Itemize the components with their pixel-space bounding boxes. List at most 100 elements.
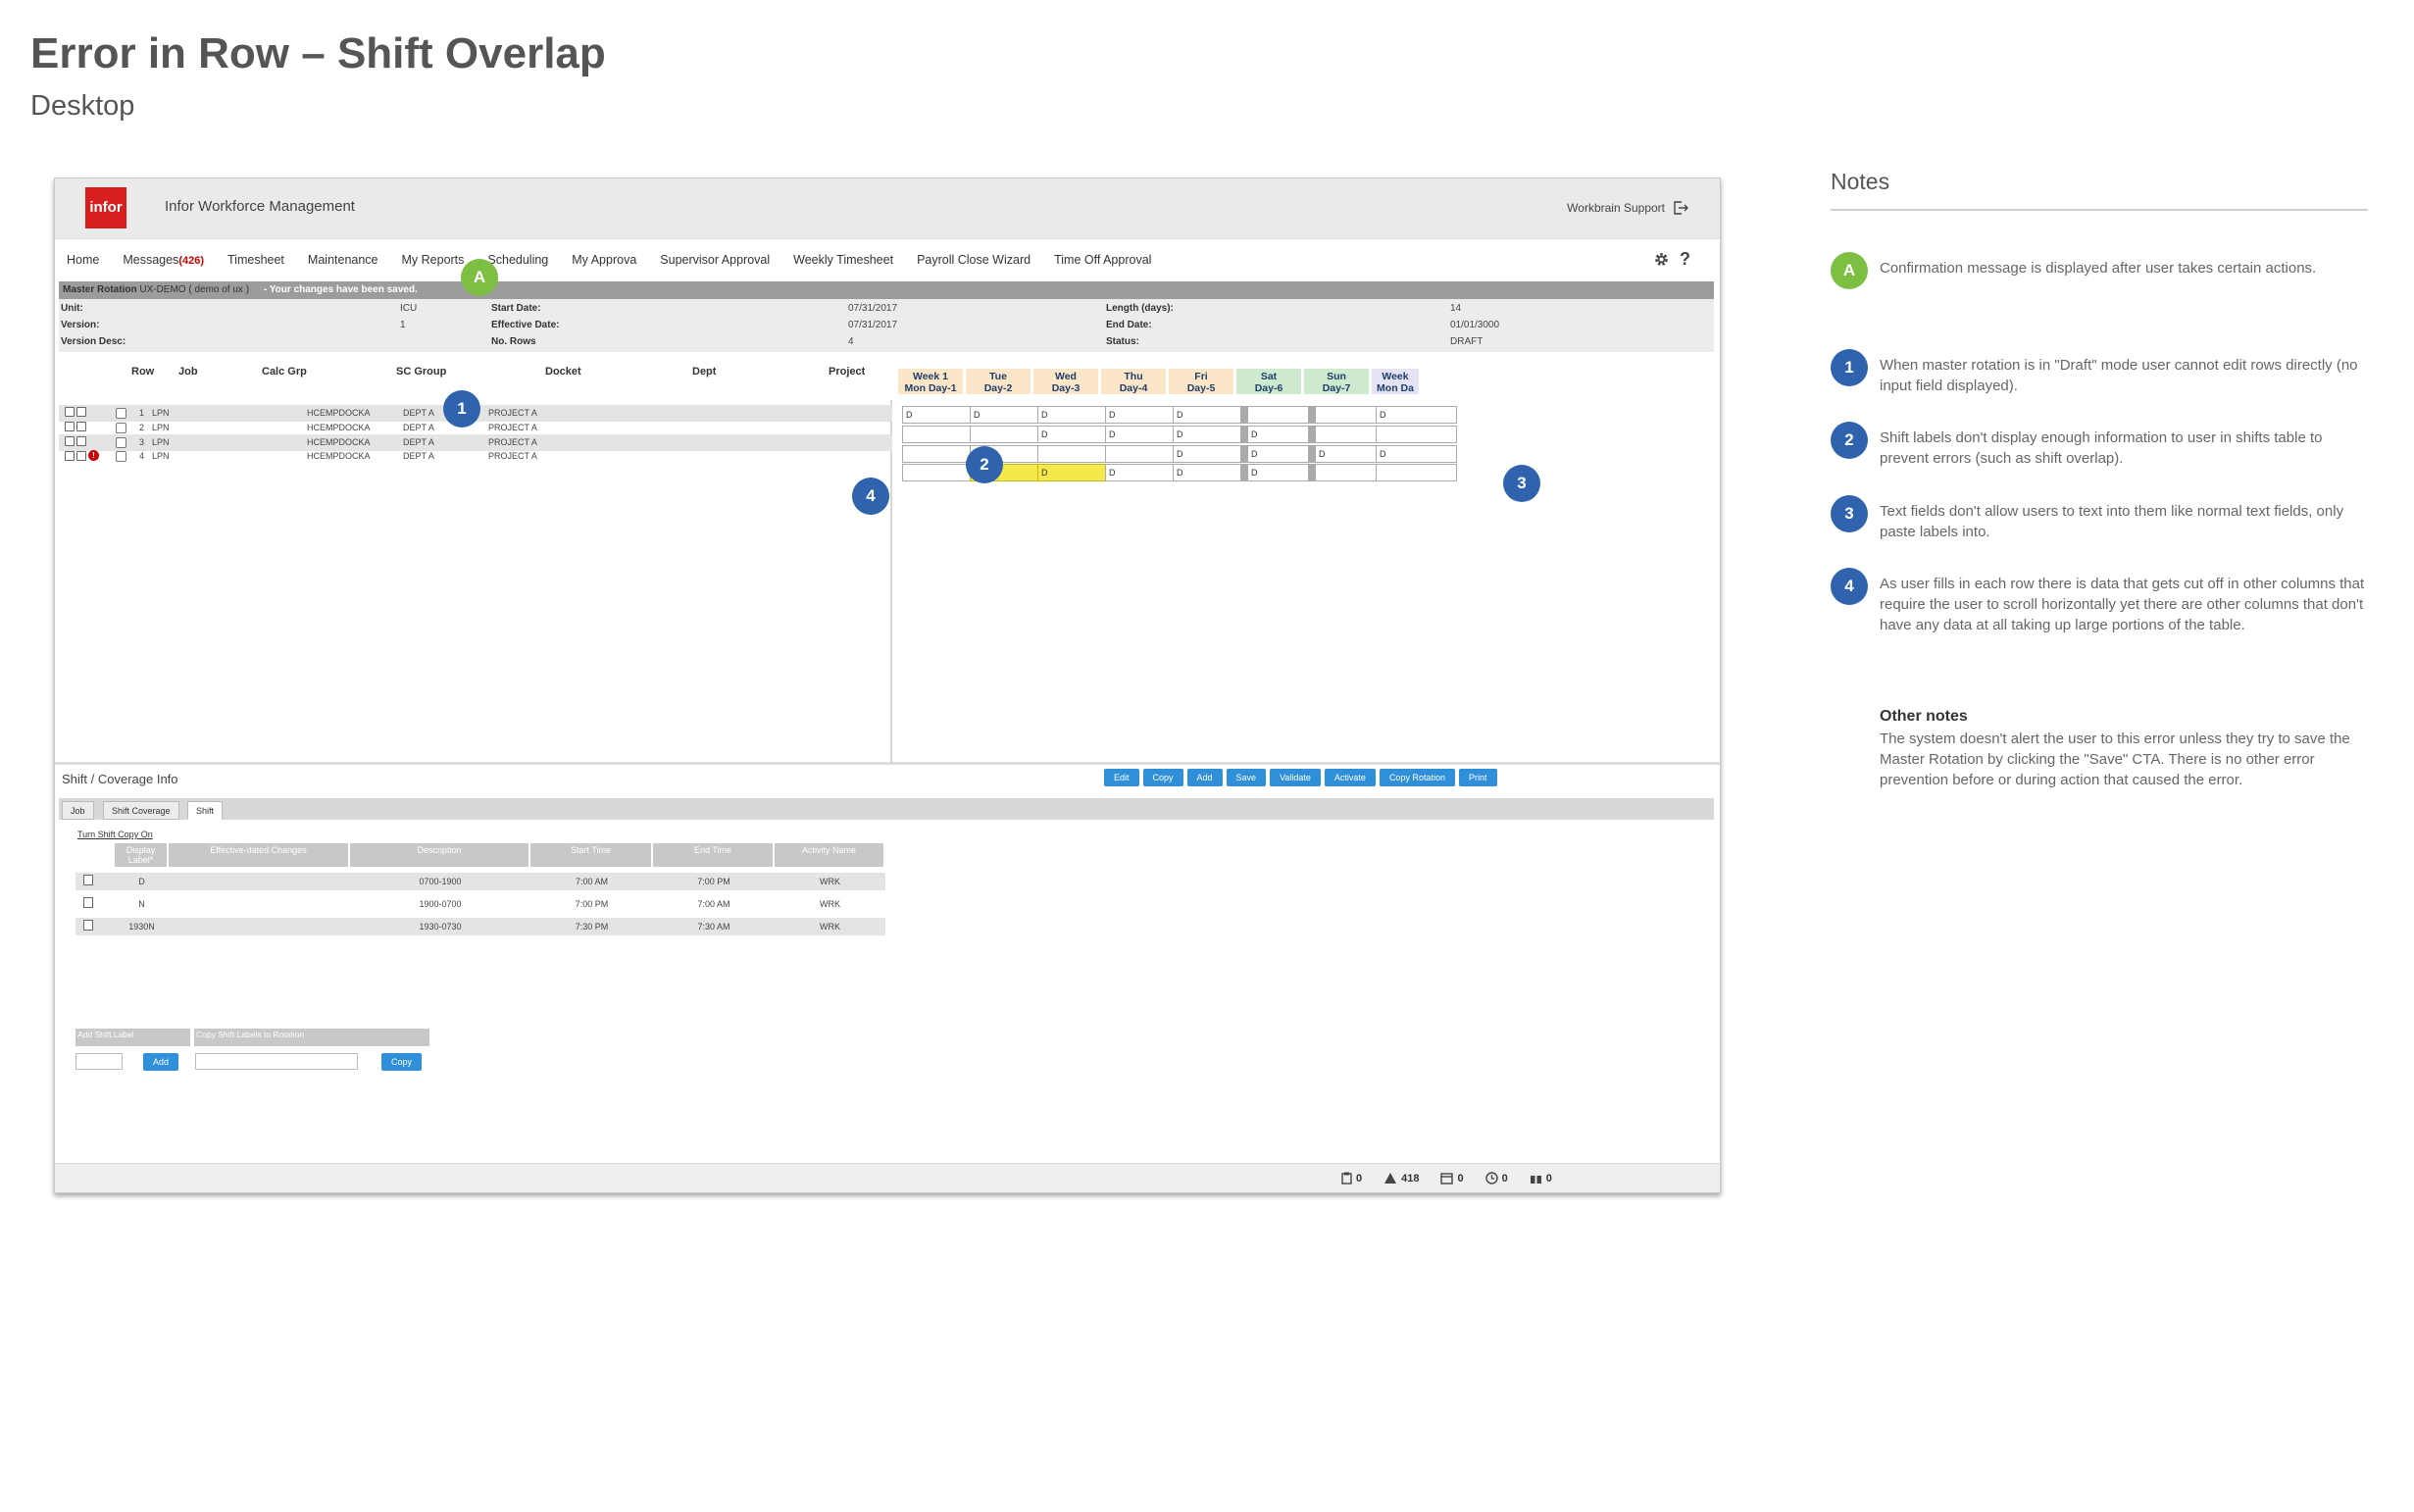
delete-row-icon[interactable] bbox=[65, 407, 75, 417]
shift-row[interactable]: N 1900-0700 7:00 PM 7:00 AM WRK bbox=[75, 895, 885, 913]
shift-cell-input[interactable]: D bbox=[1376, 406, 1457, 424]
status-warnings[interactable]: 418 bbox=[1383, 1172, 1419, 1184]
shift-copy-toggle[interactable]: Turn Shift Copy On bbox=[77, 830, 153, 839]
day-header-5[interactable]: Fri Day-5 bbox=[1169, 369, 1233, 394]
nav-supervisor-approval[interactable]: Supervisor Approval bbox=[660, 253, 770, 267]
copy-labels-button[interactable]: Copy bbox=[381, 1053, 423, 1071]
table-row[interactable]: ! 4 LPN HCEMPDOCKA DEPT A PROJECT A bbox=[59, 448, 892, 465]
delete-row-icon[interactable] bbox=[65, 450, 75, 461]
day-header-6[interactable]: Sat Day-6 bbox=[1236, 369, 1301, 394]
status-gift[interactable]: 0 bbox=[1530, 1172, 1552, 1184]
nav-home[interactable]: Home bbox=[67, 253, 99, 267]
nav-maintenance[interactable]: Maintenance bbox=[308, 253, 378, 267]
trash-icon[interactable] bbox=[83, 920, 93, 931]
note-marker-1: 1 bbox=[1831, 349, 1868, 386]
action-button-edit[interactable]: Edit bbox=[1104, 769, 1139, 786]
delete-row-icon[interactable] bbox=[65, 422, 75, 431]
shift-start: 7:30 PM bbox=[575, 922, 609, 932]
shift-end: 7:00 AM bbox=[697, 899, 730, 909]
status-clock[interactable]: 0 bbox=[1484, 1172, 1508, 1184]
insert-row-icon[interactable] bbox=[76, 436, 86, 446]
action-button-copy[interactable]: Copy bbox=[1142, 769, 1183, 786]
note-marker-2: 2 bbox=[1831, 422, 1868, 459]
nav-my-reports[interactable]: My Reports bbox=[402, 253, 465, 267]
app-window: infor Infor Workforce Management Workbra… bbox=[54, 177, 1721, 1193]
day-header-top: Sat bbox=[1260, 371, 1278, 382]
shift-cell-input[interactable]: D bbox=[1376, 445, 1457, 463]
status-clipboard[interactable]: 0 bbox=[1341, 1172, 1362, 1184]
row-checkbox[interactable] bbox=[116, 451, 126, 462]
nav-time-off-approval[interactable]: Time Off Approval bbox=[1054, 253, 1151, 267]
shift-col-header: Description bbox=[350, 843, 530, 867]
tab-shift[interactable]: Shift bbox=[187, 801, 224, 820]
length-label: Length (days): bbox=[1106, 303, 1174, 314]
clock-count: 0 bbox=[1501, 1172, 1508, 1184]
tab-job[interactable]: Job bbox=[62, 801, 94, 820]
trash-icon[interactable] bbox=[83, 897, 93, 908]
day-header-4[interactable]: Thu Day-4 bbox=[1101, 369, 1166, 394]
help-icon[interactable]: ? bbox=[1680, 249, 1690, 270]
shift-desc: 1930-0730 bbox=[419, 922, 462, 932]
nav-weekly-timesheet[interactable]: Weekly Timesheet bbox=[793, 253, 893, 267]
note-text-1: When master rotation is in "Draft" mode … bbox=[1880, 357, 2358, 394]
row-checkbox[interactable] bbox=[116, 408, 126, 419]
trash-icon[interactable] bbox=[83, 875, 93, 885]
day-header-top: Week bbox=[1382, 371, 1409, 382]
insert-row-icon[interactable] bbox=[76, 450, 86, 461]
day-header-top: Tue bbox=[989, 371, 1007, 382]
delete-row-icon[interactable] bbox=[65, 436, 75, 446]
page-subtitle: Desktop bbox=[30, 90, 135, 122]
action-button-print[interactable]: Print bbox=[1458, 769, 1497, 786]
note-marker-4: 4 bbox=[1831, 568, 1868, 605]
col-calc-grp: Calc Grp bbox=[262, 366, 307, 378]
shift-cell-input[interactable] bbox=[1376, 426, 1457, 443]
shift-cell-input[interactable] bbox=[1376, 464, 1457, 481]
rotation-rows: 1 LPN HCEMPDOCKA DEPT A PROJECT A 2 LPN HCEMPDO… bbox=[59, 400, 892, 763]
row-error-icon[interactable]: ! bbox=[88, 450, 99, 461]
workbrain-support-link[interactable]: Workbrain Support bbox=[1567, 200, 1688, 216]
action-button-copy-rotation[interactable]: Copy Rotation bbox=[1379, 769, 1455, 786]
note-text-2: Shift labels don't display enough inform… bbox=[1880, 429, 2323, 467]
day-header-top: Sun bbox=[1327, 371, 1346, 382]
nav-payroll-close-wizard[interactable]: Payroll Close Wizard bbox=[917, 253, 1031, 267]
insert-row-icon[interactable] bbox=[76, 407, 86, 417]
gear-icon[interactable] bbox=[1653, 251, 1670, 268]
add-shift-label-input[interactable] bbox=[75, 1053, 123, 1070]
nav-messages[interactable]: Messages(426) bbox=[123, 253, 204, 267]
row-checkbox[interactable] bbox=[116, 437, 126, 448]
day-header-bottom: Day-4 bbox=[1119, 382, 1148, 394]
app-header: infor Infor Workforce Management Workbra… bbox=[55, 178, 1720, 239]
day-header-7[interactable]: Sun Day-7 bbox=[1304, 369, 1369, 394]
nav-scheduling[interactable]: Scheduling bbox=[487, 253, 548, 267]
end-date-label: End Date: bbox=[1106, 320, 1152, 330]
note-marker-a: A bbox=[1831, 252, 1868, 289]
pane-divider[interactable] bbox=[55, 762, 1720, 765]
status-calendar[interactable]: 0 bbox=[1440, 1172, 1464, 1184]
day-header-3[interactable]: Wed Day-3 bbox=[1033, 369, 1098, 394]
insert-row-icon[interactable] bbox=[76, 422, 86, 431]
nav-my-approvals[interactable]: My Approva bbox=[572, 253, 636, 267]
action-button-save[interactable]: Save bbox=[1226, 769, 1267, 786]
shift-label: 1930N bbox=[128, 922, 155, 932]
copy-labels-input[interactable] bbox=[195, 1053, 358, 1070]
shift-row[interactable]: 1930N 1930-0730 7:30 PM 7:30 AM WRK bbox=[75, 918, 885, 935]
day-header-8[interactable]: Week Mon Da bbox=[1372, 369, 1419, 394]
action-button-validate[interactable]: Validate bbox=[1270, 769, 1321, 786]
unit-value: ICU bbox=[400, 303, 418, 314]
notes-divider bbox=[1831, 209, 2368, 211]
version-desc-label: Version Desc: bbox=[61, 336, 126, 347]
row-dept: DEPT A bbox=[403, 423, 434, 432]
day-header-1[interactable]: Week 1 Mon Day-1 bbox=[898, 369, 963, 394]
action-button-activate[interactable]: Activate bbox=[1324, 769, 1376, 786]
confirmation-bar: Master Rotation UX-DEMO ( demo of ux ) -… bbox=[59, 281, 1714, 299]
infor-logo[interactable]: infor bbox=[85, 187, 126, 228]
add-shift-button[interactable]: Add bbox=[143, 1053, 179, 1071]
shift-label: D bbox=[138, 877, 145, 886]
nav-timesheet[interactable]: Timesheet bbox=[227, 253, 284, 267]
tab-shift-coverage[interactable]: Shift Coverage bbox=[103, 801, 179, 820]
shift-row[interactable]: D 0700-1900 7:00 AM 7:00 PM WRK bbox=[75, 873, 885, 890]
action-button-add[interactable]: Add bbox=[1186, 769, 1223, 786]
shift-desc: 1900-0700 bbox=[419, 899, 462, 909]
day-header-2[interactable]: Tue Day-2 bbox=[966, 369, 1031, 394]
row-checkbox[interactable] bbox=[116, 423, 126, 433]
